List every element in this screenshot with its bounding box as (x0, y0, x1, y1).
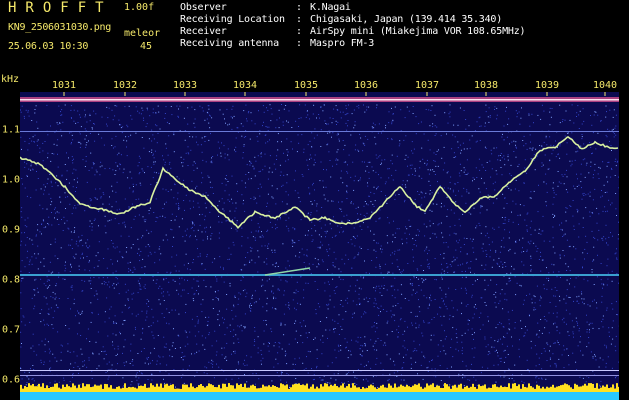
timestamp: 25.06.03 10:30 (8, 41, 89, 52)
time-label: 1038 (473, 80, 499, 91)
time-label: 1033 (172, 80, 198, 91)
time-label: 1031 (51, 80, 77, 91)
freq-label: 0.8 (2, 274, 21, 286)
app-title: HROFFT (8, 0, 113, 16)
freq-label: 0.6 (2, 374, 21, 386)
info-key: Receiver (180, 26, 227, 37)
freq-label: 0.7 (2, 324, 21, 336)
info-colon: : (296, 2, 302, 13)
freq-label: 0.9 (2, 224, 21, 236)
right-frame (619, 92, 629, 400)
info-colon: : (296, 14, 302, 25)
signal-line-0.8 (20, 274, 619, 276)
spectrogram-background (20, 92, 619, 400)
baseline-strip (20, 392, 619, 400)
grid-line (20, 370, 619, 371)
info-key: Receiving antenna (180, 38, 279, 49)
info-colon: : (296, 26, 302, 37)
info-key: Observer (180, 2, 227, 13)
frequency-unit: kHz (1, 74, 20, 85)
info-key: Receiving Location (180, 14, 285, 25)
carrier-line-core (20, 99, 619, 101)
time-label: 1034 (232, 80, 258, 91)
waterfall-spectrogram (20, 92, 619, 400)
time-label: 1040 (592, 80, 618, 91)
info-value: K.Nagai (310, 2, 351, 13)
time-label: 1036 (353, 80, 379, 91)
info-value: Chigasaki, Japan (139.414 35.340) (310, 14, 503, 25)
info-receiver: Receiver: AirSpy mini (Miakejima VOR 108.… (180, 26, 526, 37)
info-value: AirSpy mini (Miakejima VOR 108.65MHz) (310, 26, 526, 37)
info-value: Maspro FM-3 (310, 38, 375, 49)
mode-label: meleor (124, 28, 161, 39)
freq-label: 1.1 (2, 124, 21, 136)
header-panel: HROFFT 1.00f KN9_2506031030.png meleor 2… (0, 0, 629, 72)
info-colon: : (296, 38, 302, 49)
freq-label: 1.0 (2, 174, 21, 186)
info-antenna: Receiving antenna: Maspro FM-3 (180, 38, 374, 49)
meteor-count: 45 (140, 41, 153, 52)
time-label: 1032 (112, 80, 138, 91)
info-location: Receiving Location: Chigasaki, Japan (139… (180, 14, 502, 25)
time-label: 1035 (293, 80, 319, 91)
info-observer: Observer: K.Nagai (180, 2, 351, 13)
time-label: 1037 (414, 80, 440, 91)
version-label: 1.00f (124, 2, 155, 13)
time-label: 1039 (534, 80, 560, 91)
grid-line (20, 131, 619, 132)
grid-line (20, 375, 619, 376)
file-name: KN9_2506031030.png (8, 22, 111, 33)
